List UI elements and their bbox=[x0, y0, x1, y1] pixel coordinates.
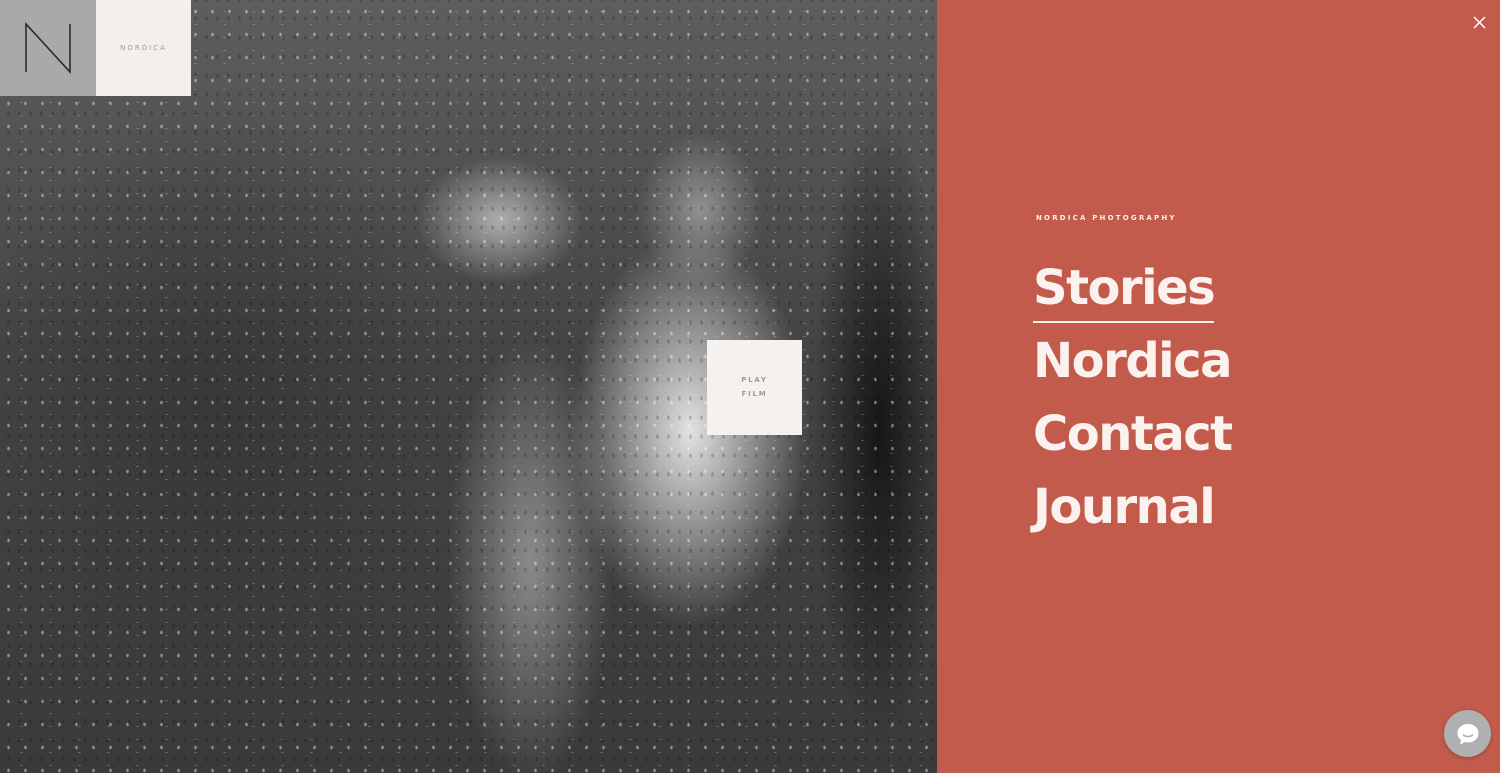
nav-item-contact: Contact bbox=[1033, 408, 1233, 481]
nav-item-stories: Stories bbox=[1033, 262, 1232, 335]
nav-link-journal[interactable]: Journal bbox=[1033, 481, 1216, 540]
logo-mark[interactable] bbox=[0, 0, 96, 96]
play-film-label-line1: PLAY bbox=[741, 376, 768, 384]
menu-panel: NORDICA PHOTOGRAPHY Stories Nordica Cont… bbox=[937, 0, 1500, 773]
close-icon bbox=[1472, 15, 1486, 29]
logo-name[interactable]: NORDICA bbox=[96, 0, 191, 96]
close-menu-button[interactable] bbox=[1468, 11, 1490, 33]
play-film-label-line2: FILM bbox=[741, 390, 768, 398]
n-monogram-icon bbox=[25, 22, 71, 74]
nav-link-stories[interactable]: Stories bbox=[1033, 262, 1216, 323]
nav-link-nordica[interactable]: Nordica bbox=[1033, 335, 1232, 394]
page: NORDICA PLAY FILM NORDICA PHOTOGRAPHY St… bbox=[0, 0, 1500, 773]
nav-item-journal: Journal bbox=[1033, 481, 1232, 554]
nav-item-nordica: Nordica bbox=[1033, 335, 1232, 408]
chat-bubble-icon bbox=[1457, 723, 1478, 744]
nav-link-contact[interactable]: Contact bbox=[1033, 408, 1233, 467]
menu-eyebrow: NORDICA PHOTOGRAPHY bbox=[1036, 214, 1177, 222]
main-nav: Stories Nordica Contact Journal bbox=[1033, 262, 1233, 554]
play-film-button[interactable]: PLAY FILM bbox=[707, 340, 802, 435]
chat-widget-button[interactable] bbox=[1444, 710, 1491, 757]
